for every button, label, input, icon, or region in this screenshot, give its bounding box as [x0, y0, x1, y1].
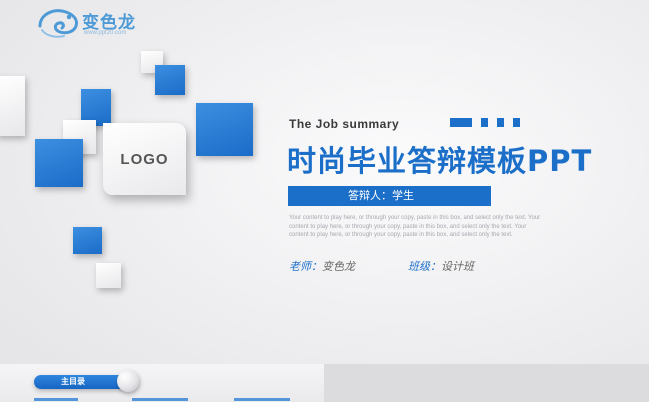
class-info: 班级：设计班: [408, 258, 474, 274]
decorative-bar: [497, 118, 504, 127]
menu-ball-icon: [117, 370, 139, 392]
chameleon-icon: [38, 9, 78, 38]
defender-band: 答辩人：学生: [288, 186, 491, 206]
brand-logo: 变色龙 www.ppt20.com: [36, 6, 166, 40]
teacher-info: 老师：变色龙: [289, 258, 355, 274]
slide-title: 时尚毕业答辩模板PPT: [287, 144, 593, 178]
defender-label: 答辩人：学生: [348, 189, 414, 202]
white-square: [0, 76, 25, 136]
preview-line: [234, 398, 290, 401]
bottom-panel: [324, 364, 649, 402]
slide-subtitle: The Job summary: [289, 117, 400, 131]
class-label: 班级：: [408, 260, 441, 273]
decorative-bar: [450, 118, 472, 127]
preview-line: [34, 398, 78, 401]
main-menu-label: 主目录: [61, 377, 85, 386]
logo-text: LOGO: [120, 150, 169, 168]
main-menu-pill[interactable]: 主目录: [34, 375, 130, 389]
description-text: Your content to play here, or through yo…: [289, 215, 541, 238]
decorative-bar: [513, 118, 520, 127]
logo-placeholder[interactable]: LOGO: [103, 123, 186, 195]
white-square: [96, 263, 121, 288]
teacher-label: 老师：: [289, 260, 322, 273]
blue-square: [155, 65, 185, 95]
slide-canvas: 变色龙 www.ppt20.com LOGO The Job summary 时…: [0, 0, 649, 402]
blue-square: [196, 103, 253, 156]
brand-url: www.ppt20.com: [84, 30, 127, 36]
decorative-bar: [481, 118, 488, 127]
blue-square: [35, 139, 83, 187]
teacher-value: 变色龙: [322, 260, 355, 273]
blue-square: [73, 227, 102, 254]
preview-line: [132, 398, 188, 401]
class-value: 设计班: [441, 260, 474, 273]
